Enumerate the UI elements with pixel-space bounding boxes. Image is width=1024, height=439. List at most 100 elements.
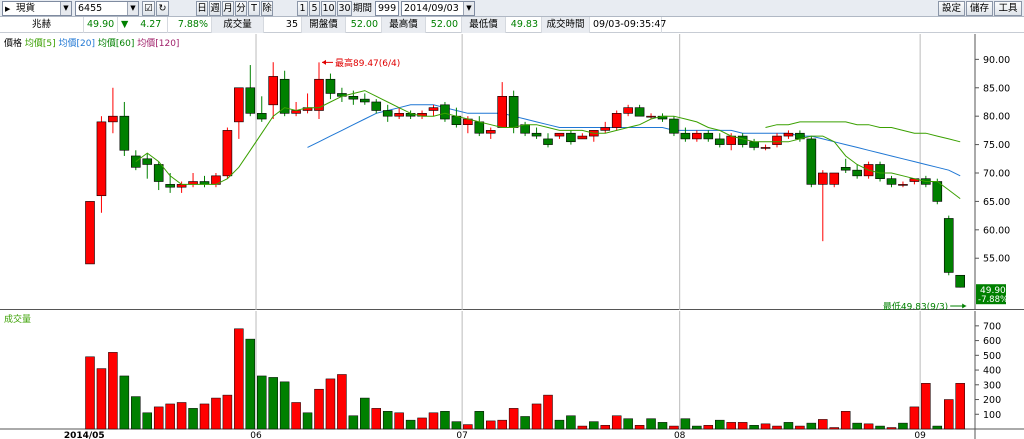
x-tick-label: 07 — [456, 431, 467, 439]
candle-body — [760, 147, 771, 149]
y-tick-label: 75.00 — [983, 140, 1010, 151]
volume-bar — [360, 397, 370, 430]
volume-bar — [291, 402, 301, 430]
volume-bar — [852, 422, 862, 430]
candle-body — [485, 130, 496, 134]
volume-bar — [474, 411, 485, 430]
x-tick-label: 09 — [914, 431, 926, 439]
toolbar: ▶ 現貨 ▼ 6455 ▼ ☑ ↻ 日 週 月 分 T 除 1 5 10 30 … — [0, 0, 1024, 17]
candle-body — [875, 164, 885, 179]
volume-bar — [863, 423, 874, 430]
last-price-tag-pct: -7.88% — [978, 295, 1008, 305]
y-tick-label: 55.00 — [983, 254, 1010, 265]
x-tick-label: 06 — [250, 431, 262, 439]
price-chart[interactable]: 55.00 60.00 65.00 70.00 75.00 80.00 85.00 90.00… — [0, 34, 1024, 310]
volume-bar — [153, 406, 164, 430]
volume-bar — [715, 419, 725, 430]
volume-bar — [657, 422, 668, 430]
volume-y-tick-label: 400 — [983, 366, 1001, 377]
period-month-button[interactable]: 月 — [222, 1, 234, 16]
volume-bar — [692, 425, 702, 430]
period-day-button[interactable]: 日 — [196, 1, 208, 16]
symbol-input[interactable]: 6455 ▼ — [75, 1, 139, 16]
candle-body — [714, 138, 725, 145]
volume-bar — [600, 425, 610, 430]
volume-bar — [440, 411, 450, 430]
volume-bar — [840, 411, 851, 430]
volume-bar — [806, 422, 817, 430]
volume-bar — [829, 427, 839, 430]
interval-1-button[interactable]: 1 — [297, 1, 308, 16]
volume-bar — [932, 425, 943, 430]
save-button[interactable]: 儲存 — [966, 1, 993, 16]
candle-body — [245, 87, 256, 114]
period-minute-button[interactable]: 分 — [235, 1, 247, 16]
volume-bar — [131, 396, 141, 430]
open-value: 52.00 — [346, 17, 382, 33]
candle-body — [268, 76, 279, 106]
volume-y-tick-label: 500 — [983, 351, 1001, 362]
candle-body — [348, 95, 359, 100]
down-arrow-icon: ▼ — [121, 19, 129, 30]
volume-bar — [646, 418, 656, 430]
high-label: 最高價 — [382, 17, 426, 33]
volume-y-tick-label: 100 — [983, 410, 1001, 421]
volume-bar — [382, 411, 393, 430]
volume-panel: 成交量 100 200 300 400 500 600 700 2014/05 06 07 08 09 — [0, 311, 1024, 439]
volume-bar — [405, 419, 416, 430]
candle-body — [898, 184, 908, 186]
period-week-button[interactable]: 週 — [209, 1, 221, 16]
period-tick-button[interactable]: T — [248, 1, 260, 16]
date-input[interactable]: 2014/09/03 ▼ — [401, 1, 475, 16]
y-tick-label: 90.00 — [983, 55, 1010, 66]
volume-label: 成交量 — [212, 17, 264, 33]
volume-bar — [165, 403, 175, 430]
candle-body — [119, 115, 130, 151]
volume-bar — [279, 381, 290, 430]
candle-body — [806, 138, 817, 185]
period-count-input[interactable]: 999 — [375, 1, 399, 16]
candle-body — [428, 107, 439, 111]
market-select[interactable]: ▶ 現貨 ▼ — [2, 1, 72, 16]
volume-bar — [176, 402, 187, 430]
candle-body — [932, 181, 943, 202]
interval-5-button[interactable]: 5 — [309, 1, 320, 16]
market-select-value: 現貨 — [16, 3, 36, 14]
volume-bar — [554, 419, 565, 430]
candle-body — [325, 78, 336, 94]
tools-button[interactable]: 工具 — [994, 1, 1022, 16]
symbol-input-value: 6455 — [78, 3, 103, 14]
volume-value: 35 — [264, 17, 302, 33]
low-value: 49.83 — [506, 17, 542, 33]
candle-body — [669, 118, 679, 134]
volume-bar — [394, 412, 404, 430]
volume-bar — [371, 408, 381, 430]
high-arrow-head — [322, 59, 326, 65]
volume-chart[interactable]: 100 200 300 400 500 600 700 2014/05 06 07 08 09 — [0, 311, 1024, 439]
interval-10-button[interactable]: 10 — [321, 1, 336, 16]
candle-body — [611, 113, 622, 128]
candle-body — [600, 127, 611, 131]
quote-bar: 兆赫 49.90 ▼ 4.27 7.88% 成交量 35 開盤價 52.00 最… — [0, 17, 1024, 33]
time-label: 成交時間 — [542, 17, 590, 33]
x-tick-label: 08 — [674, 431, 686, 439]
chevron-down-icon: ▼ — [463, 2, 474, 15]
volume-bar — [577, 425, 588, 430]
volume-y-tick-label: 600 — [983, 336, 1001, 347]
candle-body — [131, 155, 141, 168]
candle-body — [817, 172, 828, 185]
candle-body — [394, 113, 404, 117]
link-icon[interactable]: ↻ — [156, 1, 169, 16]
candle-body — [783, 132, 794, 137]
volume-bar — [508, 408, 519, 430]
interval-30-button[interactable]: 30 — [337, 1, 352, 16]
period-exright-button[interactable]: 除 — [261, 1, 273, 16]
last-price: 49.90 — [84, 17, 118, 33]
ma20-line — [307, 104, 961, 177]
candle-body — [955, 274, 966, 288]
checkbox-icon[interactable]: ☑ — [142, 1, 155, 16]
candle-body — [153, 164, 164, 182]
volume-bar — [520, 416, 530, 430]
settings-button[interactable]: 設定 — [938, 1, 965, 16]
time-value: 09/03-09:35:47 — [590, 17, 666, 33]
